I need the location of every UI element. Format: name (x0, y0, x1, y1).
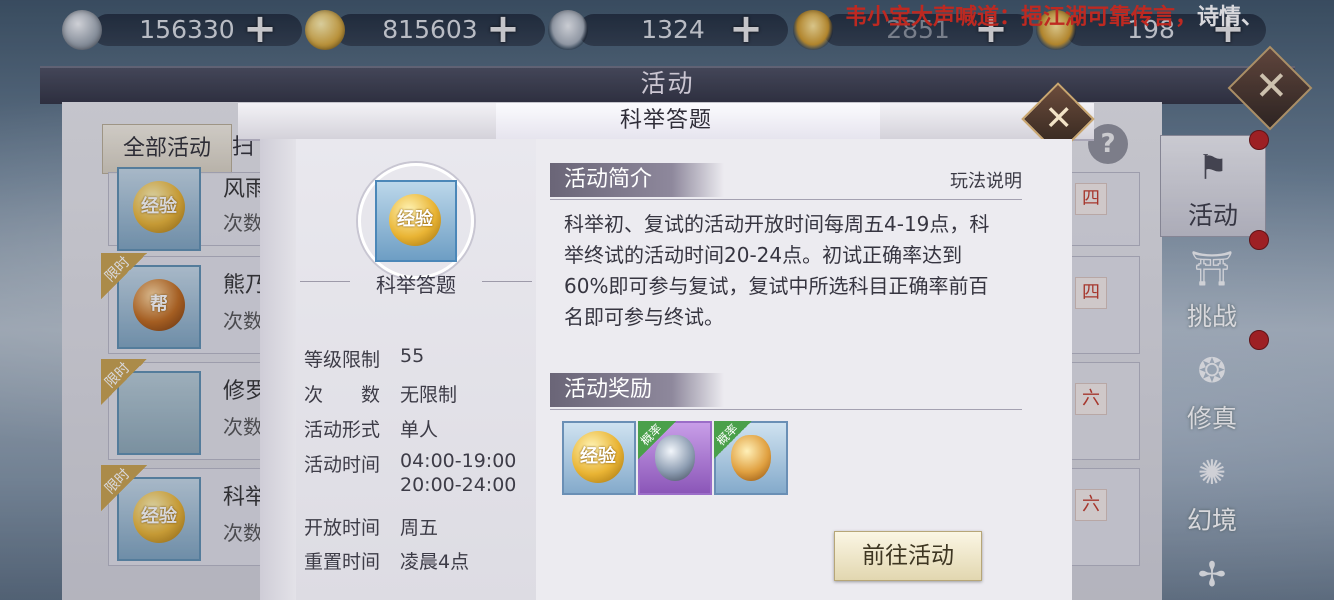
dialog-left-edge (260, 139, 296, 600)
exp-coin-icon: 经验 (572, 431, 624, 483)
intro-section-header: 活动简介 玩法说明 (550, 163, 1022, 200)
activity-detail-dialog: 科举答题 ✕ 经验 科举答题 等级限制 55 次 数 无限制 活动形式 单人 活… (238, 82, 1095, 600)
probability-tag: 概率 (638, 421, 676, 459)
info-key: 开放时间 (304, 517, 381, 539)
info-key: 重置时间 (304, 551, 381, 573)
info-value: 周五 (400, 517, 439, 539)
info-value: 55 (400, 345, 425, 367)
go-to-activity-button[interactable]: 前往活动 (834, 531, 982, 581)
info-value: 单人 (400, 419, 439, 441)
exp-coin-icon: 经验 (375, 180, 457, 262)
reward-item[interactable]: 概率 (638, 421, 712, 495)
dialog-title: 科举答题 (619, 108, 712, 133)
probability-tag: 概率 (714, 421, 752, 459)
info-value: 无限制 (400, 384, 458, 406)
info-value: 04:00-19:00 (400, 450, 517, 472)
probability-label: 概率 (713, 421, 741, 449)
rules-link[interactable]: 玩法说明 (950, 167, 1022, 193)
info-key: 活动形式 (304, 419, 381, 441)
info-key: 活动时间 (304, 454, 381, 476)
info-value: 凌晨4点 (400, 551, 470, 573)
activity-description: 科举初、复试的活动开放时间每周五4-19点，科举终试的活动时间20-24点。初试… (564, 212, 990, 329)
activity-detail-panel: 活动简介 玩法说明 科举初、复试的活动开放时间每周五4-19点，科举终试的活动时… (536, 139, 1072, 600)
activity-name: 科举答题 (376, 273, 456, 297)
intro-header: 活动简介 (550, 163, 724, 197)
activity-info-panel: 经验 科举答题 等级限制 55 次 数 无限制 活动形式 单人 活动时间 04:… (296, 139, 537, 600)
badge-coin-label: 经验 (389, 194, 441, 246)
reward-item[interactable]: 概率 (714, 421, 788, 495)
reward-header: 活动奖励 (550, 373, 724, 407)
reward-section-header: 活动奖励 (550, 373, 1022, 410)
info-key: 等级限制 (304, 349, 381, 371)
probability-label: 概率 (637, 421, 665, 449)
info-key: 次 数 (304, 384, 381, 406)
close-icon: ✕ (1044, 98, 1073, 139)
reward-item[interactable]: 经验 (562, 421, 636, 495)
activity-badge: 经验 (358, 163, 474, 279)
info-value: 20:00-24:00 (400, 474, 517, 496)
